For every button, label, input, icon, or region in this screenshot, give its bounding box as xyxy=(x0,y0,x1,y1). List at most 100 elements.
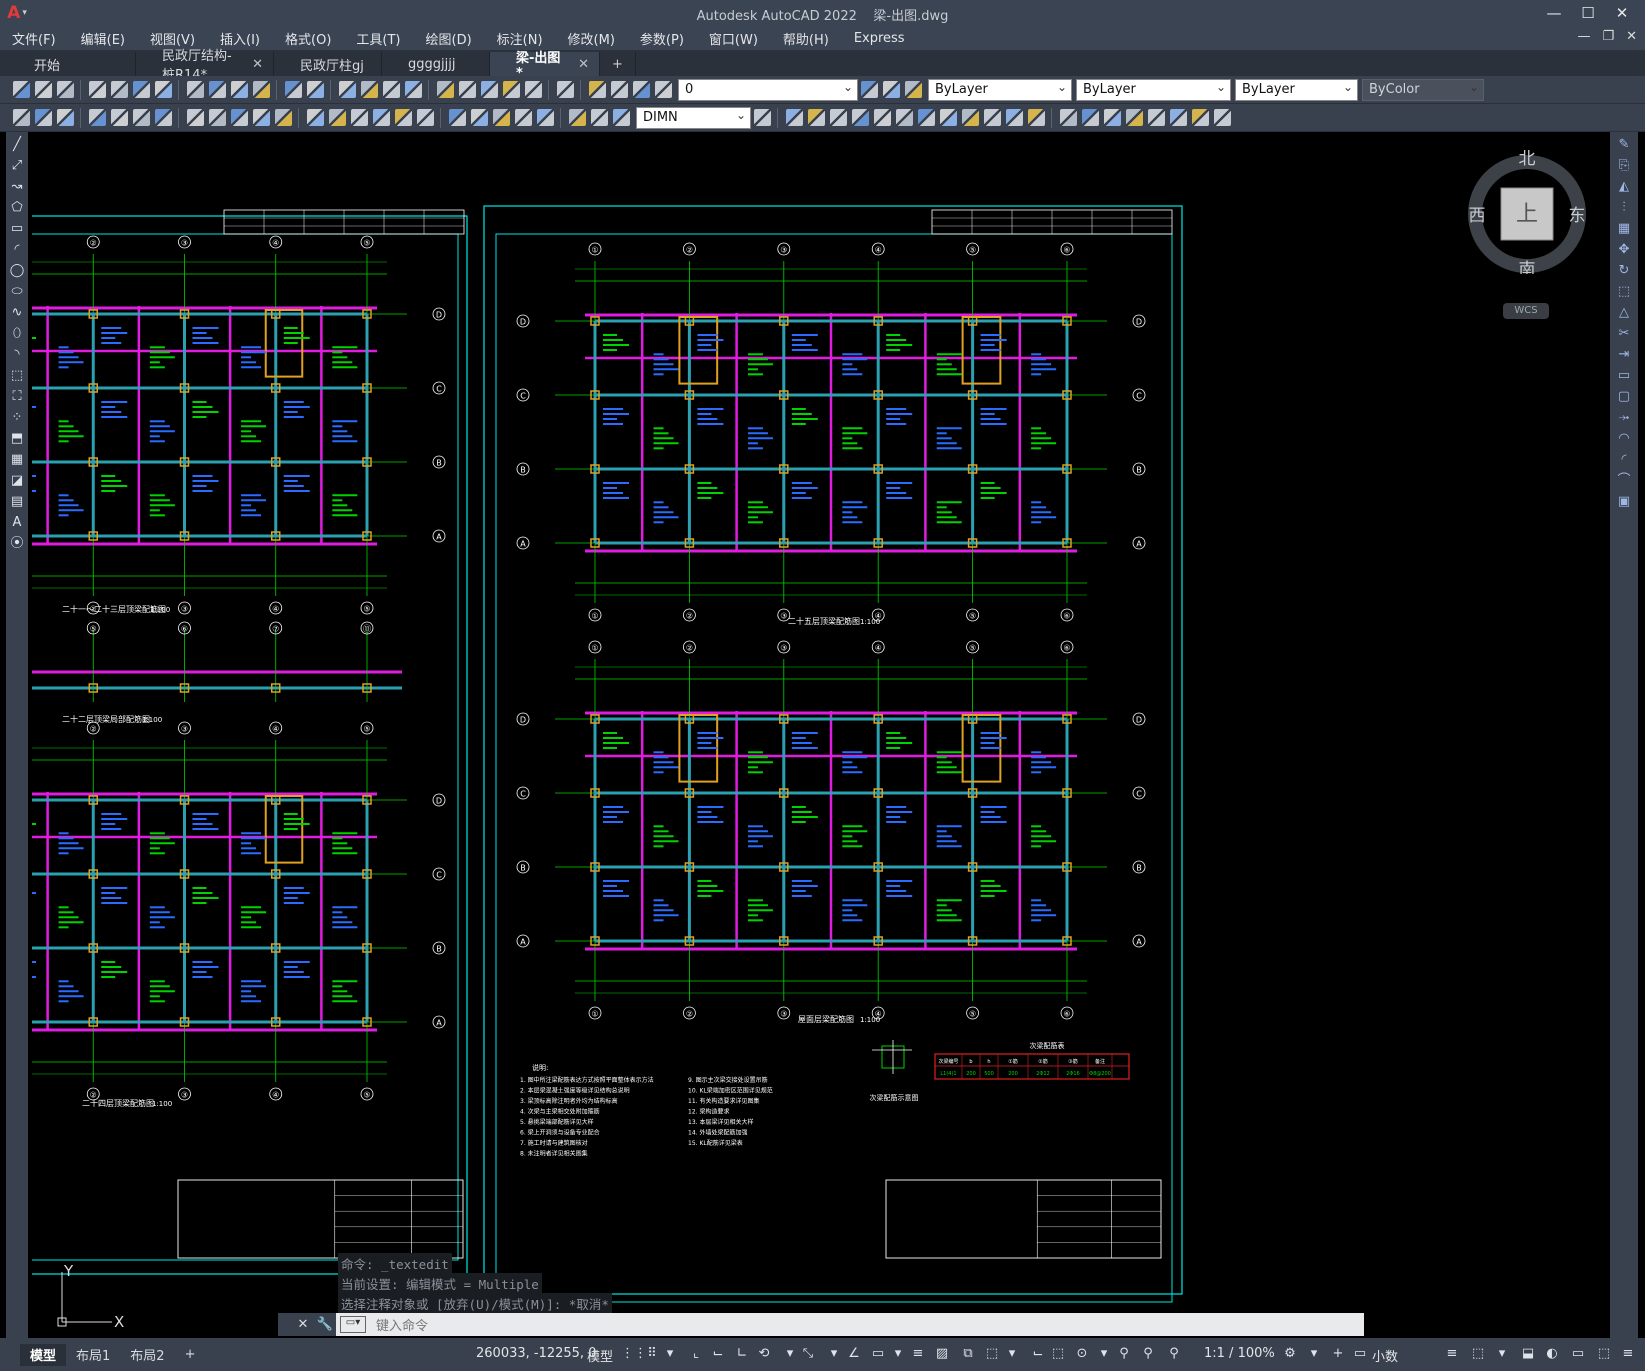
layer-state-icon[interactable] xyxy=(632,81,650,98)
viewcube[interactable]: 上 北 南 东 西 xyxy=(1465,150,1589,274)
draw-tool-icon[interactable]: ◝ xyxy=(9,347,25,363)
layer-misc-icon[interactable] xyxy=(56,109,74,126)
status-toggle-icon[interactable]: ▭ xyxy=(870,1346,886,1362)
compass-east[interactable]: 东 xyxy=(1569,206,1586,226)
modify-tool-icon[interactable]: ▦ xyxy=(1616,221,1632,237)
status-toggle-icon[interactable]: ⚲ xyxy=(1140,1346,1156,1362)
status-toggle-icon[interactable]: ≡ xyxy=(1444,1346,1460,1362)
draw-tool-icon[interactable]: ⦿ xyxy=(9,536,25,552)
dim-tools-icon[interactable] xyxy=(372,109,390,126)
plot-icon[interactable] xyxy=(88,81,106,98)
tolerance-icon[interactable] xyxy=(536,109,554,126)
coordinates-readout[interactable]: 260033, -12255, 0 xyxy=(476,1346,596,1361)
3d-tools-icon[interactable] xyxy=(983,109,1001,126)
modify-tool-icon[interactable]: ⇥ xyxy=(1616,347,1632,363)
layer-misc-icon[interactable] xyxy=(12,109,30,126)
status-toggle-icon[interactable]: ∠ xyxy=(846,1346,862,1362)
draw-tool-icon[interactable]: ⬭ xyxy=(9,284,25,300)
dim-edit-icon[interactable] xyxy=(590,109,608,126)
file-tab[interactable]: 民政厅结构-桩R14*✕ xyxy=(136,49,274,83)
file-tab[interactable]: ggggjjjj xyxy=(382,52,490,76)
status-toggle-icon[interactable]: ∟ xyxy=(734,1346,750,1362)
modify-tool-icon[interactable]: ◭ xyxy=(1616,179,1632,195)
dim-edit-icon[interactable] xyxy=(568,109,586,126)
status-toggle-icon[interactable]: ⬚ xyxy=(984,1346,1000,1362)
file-icon[interactable] xyxy=(12,81,30,98)
solid-edit-icon[interactable] xyxy=(1081,109,1099,126)
3d-tools-icon[interactable] xyxy=(1005,109,1023,126)
file-icon[interactable] xyxy=(34,81,52,98)
modify-tool-icon[interactable]: ▭ xyxy=(1616,368,1632,384)
clipboard-icon[interactable] xyxy=(208,81,226,98)
draw-tool-icon[interactable]: ◜ xyxy=(9,242,25,258)
dim-update-icon[interactable] xyxy=(753,109,771,126)
status-toggle-icon[interactable]: ⌞ xyxy=(688,1346,704,1362)
status-toggle-icon[interactable]: ▭ xyxy=(1352,1346,1368,1362)
draw-tool-icon[interactable]: ⤢ xyxy=(9,158,25,174)
doc-minimize-icon[interactable]: — xyxy=(1577,29,1590,44)
menu-item[interactable]: 窗口(W) xyxy=(709,29,758,48)
dim-arc-icon[interactable] xyxy=(274,109,292,126)
modify-tool-icon[interactable]: ⎘ xyxy=(1616,158,1632,174)
3d-tools-icon[interactable] xyxy=(961,109,979,126)
dim-tools-icon[interactable] xyxy=(350,109,368,126)
dim-tools-icon[interactable] xyxy=(416,109,434,126)
3d-tools-icon[interactable] xyxy=(939,109,957,126)
file-tab[interactable]: 开始 xyxy=(8,52,136,76)
undo-redo-icon[interactable] xyxy=(306,81,324,98)
draw-tool-icon[interactable]: ⁘ xyxy=(9,410,25,426)
linetype-dropdown[interactable]: ByLayer xyxy=(1076,78,1231,101)
draw-tool-icon[interactable]: ▭ xyxy=(9,221,25,237)
plot-icon[interactable] xyxy=(110,81,128,98)
help-icon[interactable] xyxy=(556,81,574,98)
status-toggle-icon[interactable]: ≡ xyxy=(910,1346,926,1362)
units-selector[interactable]: 小数 xyxy=(1372,1346,1398,1365)
space-toggle[interactable]: 模型 xyxy=(587,1346,613,1365)
3d-tools-icon[interactable] xyxy=(851,109,869,126)
doc-restore-icon[interactable]: ❐ xyxy=(1602,29,1614,44)
layer-state-icon[interactable] xyxy=(610,81,628,98)
status-toggle-icon[interactable]: ▨ xyxy=(934,1346,950,1362)
minimize-button[interactable]: — xyxy=(1537,0,1571,26)
dim-tools-icon[interactable] xyxy=(394,109,412,126)
modify-tool-icon[interactable]: ▣ xyxy=(1616,494,1632,510)
menu-item[interactable]: 参数(P) xyxy=(640,29,684,48)
dim-arc-icon[interactable] xyxy=(230,109,248,126)
status-toggle-icon[interactable]: ▾ xyxy=(1004,1346,1020,1362)
status-toggle-icon[interactable]: ⬓ xyxy=(1520,1346,1536,1362)
properties-icon[interactable] xyxy=(502,81,520,98)
solid-edit-icon[interactable] xyxy=(1125,109,1143,126)
draw-tool-icon[interactable]: A xyxy=(9,515,25,531)
compass-north[interactable]: 北 xyxy=(1519,150,1536,169)
menu-item[interactable]: 修改(M) xyxy=(568,29,615,48)
draw-tool-icon[interactable]: ⬒ xyxy=(9,431,25,447)
modify-tool-icon[interactable]: ▢ xyxy=(1616,389,1632,405)
draw-tool-icon[interactable]: ◪ xyxy=(9,473,25,489)
status-toggle-icon[interactable]: ⋮⋮ xyxy=(621,1346,647,1362)
draw-tool-icon[interactable]: ▦ xyxy=(9,452,25,468)
status-toggle-icon[interactable]: ⚲ xyxy=(1116,1346,1132,1362)
modify-tool-icon[interactable]: ◜ xyxy=(1616,452,1632,468)
layer-tools-icon[interactable] xyxy=(904,81,922,98)
layout-tab-2[interactable]: 布局2 xyxy=(120,1344,174,1366)
status-toggle-icon[interactable]: ▾ xyxy=(1306,1346,1322,1362)
layout-tab-1[interactable]: 布局1 xyxy=(66,1344,120,1366)
solid-edit-icon[interactable] xyxy=(1103,109,1121,126)
command-recent-icon[interactable]: ▭▾ xyxy=(340,1316,366,1333)
draw-tool-icon[interactable]: ↝ xyxy=(9,179,25,195)
3d-tools-icon[interactable] xyxy=(829,109,847,126)
properties-icon[interactable] xyxy=(436,81,454,98)
dim-arc-icon[interactable] xyxy=(208,109,226,126)
modify-tool-icon[interactable]: ⫶ xyxy=(1616,200,1632,216)
properties-icon[interactable] xyxy=(458,81,476,98)
file-tab[interactable]: 民政厅柱gj xyxy=(274,52,382,76)
modify-tool-icon[interactable]: ◠ xyxy=(1616,431,1632,447)
file-icon[interactable] xyxy=(56,81,74,98)
modify-tool-icon[interactable]: ✎ xyxy=(1616,137,1632,153)
clipboard-icon[interactable] xyxy=(230,81,248,98)
dimension-icon[interactable] xyxy=(154,109,172,126)
undo-redo-icon[interactable] xyxy=(284,81,302,98)
menu-item[interactable]: 绘图(D) xyxy=(426,29,472,48)
autocad-logo-icon[interactable]: A ▾ xyxy=(0,0,34,26)
command-grip-icon[interactable] xyxy=(278,1313,292,1336)
